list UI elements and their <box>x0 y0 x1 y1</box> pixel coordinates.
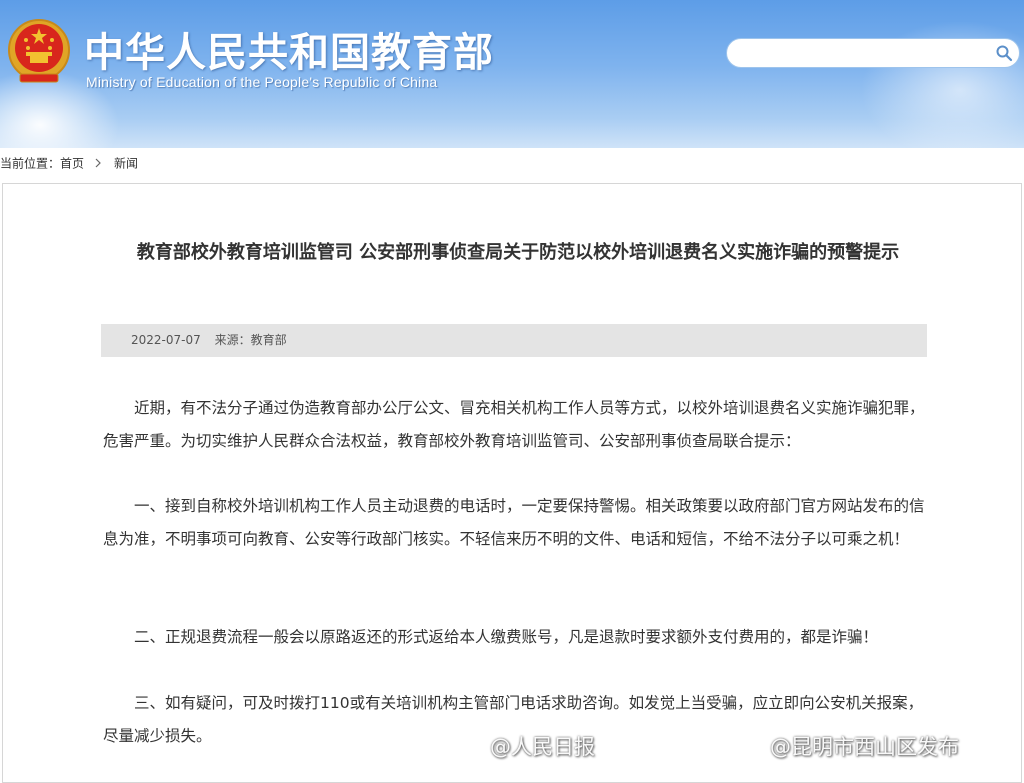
watermark-renmin: @人民日报 <box>456 730 595 764</box>
site-title[interactable]: 中华人民共和国教育部 <box>84 20 494 78</box>
site-header: 中华人民共和国教育部 Ministry of Education of the … <box>0 0 1024 148</box>
weibo-icon <box>737 738 764 760</box>
article-paragraph: 一、接到自称校外培训机构工作人员主动退费的电话时，一定要保持警惕。相关政策要以政… <box>103 497 925 548</box>
search-input[interactable] <box>737 43 991 65</box>
watermark-xishan: @昆明市西山区发布 <box>736 730 959 764</box>
article-paragraph: 二、正规退费流程一般会以原路返还的形式返给本人缴费账号，凡是退款时要求额外支付费… <box>134 628 879 646</box>
breadcrumb-home-link[interactable]: 首页 <box>60 157 84 171</box>
breadcrumb-news-link[interactable]: 新闻 <box>114 157 138 171</box>
national-emblem-icon[interactable] <box>6 18 72 86</box>
article-meta-bar: 2022-07-07 来源：教育部 <box>101 324 927 357</box>
article-container: 教育部校外教育培训监管司 公安部刑事侦查局关于防范以校外培训退费名义实施诈骗的预… <box>2 183 1022 783</box>
article-source: 来源：教育部 <box>214 333 287 347</box>
chevron-right-icon <box>94 153 102 175</box>
search-box[interactable] <box>726 38 1020 68</box>
search-icon[interactable] <box>995 44 1013 62</box>
article-paragraph: 近期，有不法分子通过伪造教育部办公厅公文、冒充相关机构工作人员等方式，以校外培训… <box>103 399 925 450</box>
watermark-text: @昆明市西山区发布 <box>770 735 959 759</box>
breadcrumb-label: 当前位置： <box>0 156 61 171</box>
weibo-icon <box>457 738 484 760</box>
site-subtitle: Ministry of Education of the People's Re… <box>86 74 438 90</box>
watermark-text: @人民日报 <box>490 735 595 759</box>
article-date: 2022-07-07 <box>131 333 201 347</box>
breadcrumb: 当前位置：首页 新闻 <box>0 152 1024 174</box>
article-title: 教育部校外教育培训监管司 公安部刑事侦查局关于防范以校外培训退费名义实施诈骗的预… <box>136 242 900 263</box>
